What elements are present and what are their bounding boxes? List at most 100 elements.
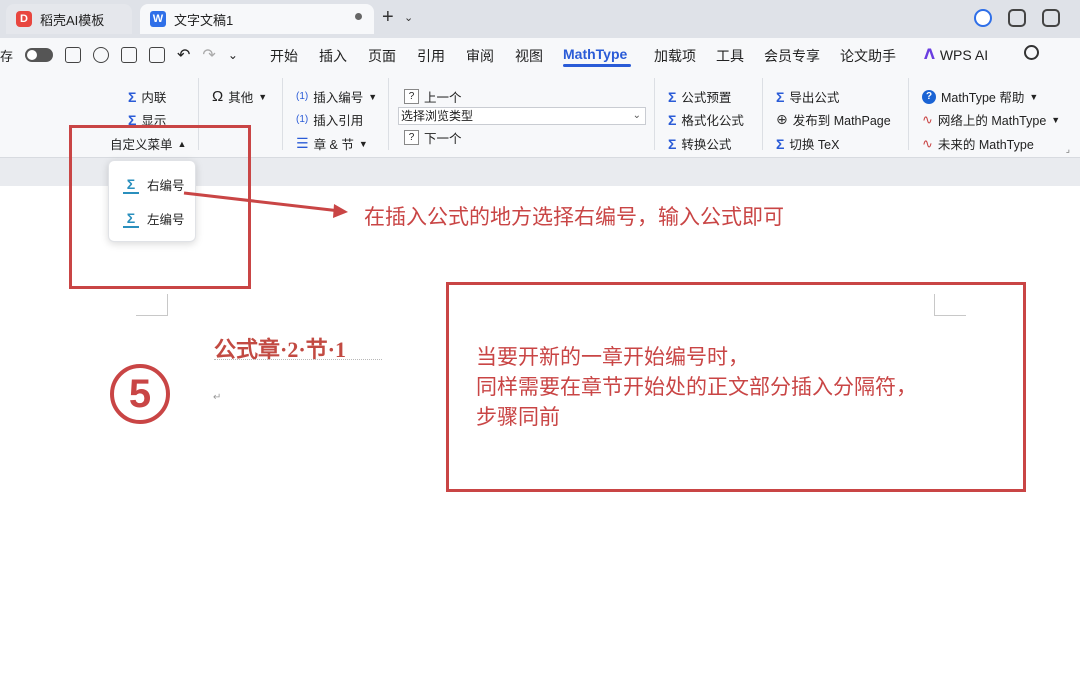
ribbon-separator (908, 78, 909, 150)
more-chevron-icon[interactable]: ⌄ (228, 48, 238, 62)
browse-type-label: 选择浏览类型 (401, 109, 474, 123)
menu-member[interactable]: 会员专享 (764, 46, 820, 66)
browse-type-select[interactable]: 选择浏览类型 ⌄ (398, 107, 646, 125)
chapter-section-button[interactable]: ☰ 章 & 节 ▼ (296, 134, 368, 153)
menu-reference[interactable]: 引用 (417, 46, 445, 66)
insert-reference-label: 插入引用 (313, 114, 364, 128)
chevron-down-icon: ▼ (1051, 114, 1061, 125)
future-icon: ∿ (922, 135, 933, 151)
numbering-icon: (1) (296, 91, 309, 102)
chevron-down-icon[interactable]: ⌄ (404, 11, 413, 24)
list-icon: ☰ (296, 135, 309, 151)
info-line-3: 步骤同前 (476, 406, 560, 429)
chapter-section-label: 章 & 节 (313, 138, 354, 152)
paragraph-mark: ↵ (213, 392, 222, 403)
menu-mathtype[interactable]: MathType (563, 46, 627, 62)
menu-review[interactable]: 审阅 (466, 46, 494, 66)
info-line-2: 同样需要在章节开始处的正文部分插入分隔符， (476, 376, 917, 399)
question-icon: ? (404, 89, 419, 104)
online-label: 网络上的 MathType (937, 114, 1047, 128)
chevron-down-icon: ▼ (1029, 91, 1039, 102)
tab-daoke-template[interactable]: D 稻壳AI模板 (6, 4, 132, 34)
ribbon-separator (762, 78, 763, 150)
switch-tex-button[interactable]: Σ 切换 TeX (776, 134, 839, 153)
tab-label: 稻壳AI模板 (40, 12, 105, 28)
undo-icon[interactable]: ↶ (177, 45, 190, 65)
help-icon: ? (922, 89, 936, 104)
tab-document[interactable]: W 文字文稿1 (140, 4, 374, 34)
active-tab-indicator (563, 64, 631, 67)
format-formula-button[interactable]: Σ 格式化公式 (668, 110, 744, 129)
save-icon[interactable] (65, 47, 82, 63)
heading-underline (214, 359, 382, 360)
globe-icon: ⊕ (776, 111, 788, 127)
sigma-icon: Σ (128, 88, 137, 105)
tab-label: 文字文稿1 (174, 12, 234, 28)
cube-icon[interactable] (1042, 9, 1060, 27)
convert-formula-label: 转换公式 (681, 138, 732, 152)
ribbon-expand-icon[interactable]: ⌟ (1066, 144, 1070, 155)
menu-insert[interactable]: 插入 (319, 46, 347, 66)
save-label: 存 (0, 48, 14, 64)
online-mathtype-button[interactable]: ∿ 网络上的 MathType ▼ (922, 110, 1060, 129)
previous-label: 上一个 (424, 91, 462, 105)
ribbon-separator (654, 78, 655, 150)
ribbon-separator (388, 78, 389, 150)
omega-icon: Ω (212, 88, 224, 105)
info-text: 当要开新的一章开始编号时， 同样需要在章节开始处的正文部分插入分隔符， 步骤同前 (476, 343, 917, 433)
previous-button[interactable]: ? 上一个 (404, 87, 462, 106)
other-label: 其他 (228, 91, 254, 105)
formula-preset-label: 公式预置 (681, 91, 732, 105)
menu-tools[interactable]: 工具 (716, 46, 744, 66)
word-doc-icon: W (150, 11, 166, 27)
inline-button[interactable]: Σ 内联 (128, 87, 166, 106)
info-line-1: 当要开新的一章开始编号时， (476, 346, 749, 369)
convert-formula-button[interactable]: Σ 转换公式 (668, 134, 731, 153)
window-icon[interactable] (1008, 9, 1026, 27)
search-icon[interactable] (1024, 45, 1039, 60)
wps-ai-icon: ᐱ (924, 46, 935, 62)
tab-bar: D 稻壳AI模板 W 文字文稿1 + ⌄ (0, 0, 1080, 38)
publish-label: 发布到 MathPage (792, 114, 891, 128)
annotation-arrow (183, 191, 348, 218)
autosave-toggle[interactable] (25, 48, 54, 62)
menu-bar: 存 ↶ ↷ ⌄ 开始 插入 页面 引用 审阅 视图 MathType 加载项 工… (0, 38, 1080, 72)
next-label: 下一个 (424, 132, 462, 146)
menu-wps-ai[interactable]: ᐱ WPS AI (924, 46, 988, 63)
insert-number-label: 插入编号 (313, 91, 364, 105)
insert-reference-button[interactable]: (1) 插入引用 (296, 110, 363, 129)
print-icon[interactable] (121, 47, 138, 63)
menu-view[interactable]: 视图 (515, 46, 543, 66)
unsaved-dot-icon[interactable] (355, 13, 362, 20)
menu-page[interactable]: 页面 (368, 46, 396, 66)
web-icon: ∿ (922, 111, 933, 127)
inline-label: 内联 (141, 91, 167, 105)
formula-preset-button[interactable]: Σ 公式预置 (668, 87, 731, 106)
assistant-icon[interactable] (974, 9, 992, 27)
mathtype-help-button[interactable]: ? MathType 帮助 ▼ (922, 87, 1038, 106)
chevron-down-icon: ▼ (358, 138, 368, 149)
format-formula-label: 格式化公式 (681, 114, 744, 128)
publish-mathpage-button[interactable]: ⊕ 发布到 MathPage (776, 110, 891, 129)
redo-icon[interactable]: ↷ (202, 45, 215, 65)
menu-thesis[interactable]: 论文助手 (840, 46, 896, 66)
convert-sigma-icon: Σ (668, 135, 677, 152)
chevron-down-icon: ▼ (258, 91, 268, 102)
export-formula-button[interactable]: Σ 导出公式 (776, 87, 839, 106)
future-mathtype-button[interactable]: ∿ 未来的 MathType (922, 134, 1034, 153)
other-button[interactable]: Ω 其他 ▼ (212, 87, 267, 106)
reference-icon: (1) (296, 114, 309, 125)
print-preview-icon[interactable] (149, 47, 166, 63)
ribbon-separator (282, 78, 283, 150)
future-label: 未来的 MathType (937, 138, 1034, 152)
new-tab-icon[interactable]: + (382, 6, 394, 29)
chevron-down-icon: ⌄ (632, 110, 641, 121)
chevron-down-icon: ▼ (368, 91, 378, 102)
menu-addins[interactable]: 加载项 (654, 46, 696, 66)
help-label: MathType 帮助 (941, 91, 1025, 105)
step-number-badge: 5 (110, 364, 170, 424)
next-button[interactable]: ? 下一个 (404, 128, 462, 147)
menu-home[interactable]: 开始 (270, 46, 298, 66)
key-icon[interactable] (93, 47, 110, 63)
insert-number-button[interactable]: (1) 插入编号 ▼ (296, 87, 377, 106)
